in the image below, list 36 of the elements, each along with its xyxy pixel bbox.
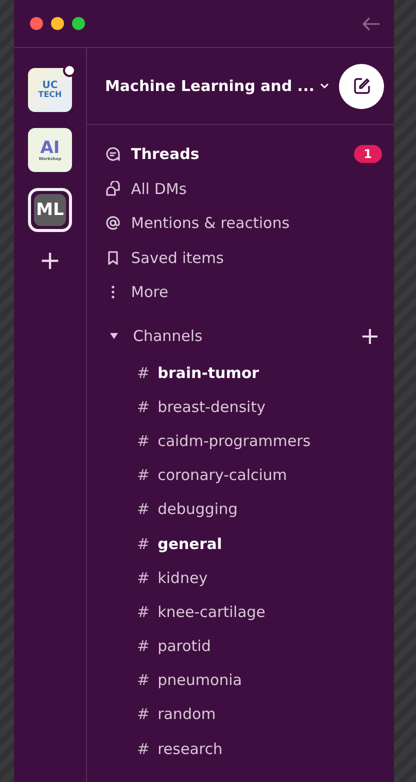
workspace-button[interactable]: UC TECH	[28, 68, 72, 112]
channel-item[interactable]: # coronary-calcium	[105, 458, 394, 492]
add-workspace-button[interactable]: +	[39, 248, 61, 274]
nav-item[interactable]: Saved items	[105, 240, 394, 275]
compose-button[interactable]	[339, 64, 384, 108]
nav-item[interactable]: Mentions & reactions	[105, 206, 394, 240]
channel-item[interactable]: # pneumonia	[105, 663, 394, 698]
threads-icon	[105, 146, 121, 162]
channel-item[interactable]: # kidney	[105, 560, 394, 595]
channel-item[interactable]: # caidm-programmers	[105, 424, 394, 458]
workspace-menu-button[interactable]: Machine Learning and ...	[105, 77, 339, 95]
workspace-button[interactable]: ML	[34, 194, 66, 226]
compose-icon	[352, 77, 370, 95]
nav-item[interactable]: Threads 1	[105, 137, 394, 172]
channel-item[interactable]: # general	[105, 526, 394, 561]
channels-section-toggle[interactable]: Channels	[105, 326, 350, 344]
channel-item[interactable]: # knee-cartilage	[105, 594, 394, 629]
minimize-window-icon[interactable]	[51, 17, 64, 30]
channel-item[interactable]: # debugging	[105, 492, 394, 526]
channel-item[interactable]: # brain-tumor	[105, 356, 394, 390]
at-sign-icon	[105, 215, 121, 232]
unread-count: 1	[354, 145, 382, 164]
chevron-down-icon	[320, 83, 330, 89]
more-icon	[111, 285, 115, 300]
nav-item[interactable]: More	[105, 275, 394, 310]
channel-item[interactable]: # parotid	[105, 629, 394, 664]
channel-item[interactable]: # research	[105, 732, 394, 766]
back-arrow-icon[interactable]	[362, 16, 380, 30]
bookmark-icon	[105, 250, 121, 266]
add-channel-button[interactable]: +	[360, 324, 380, 348]
channel-item[interactable]: # random	[105, 697, 394, 732]
nav-item[interactable]: All DMs	[105, 172, 394, 206]
chat-bubbles-icon	[105, 180, 121, 197]
close-window-icon[interactable]	[30, 17, 43, 30]
channel-item[interactable]: # breast-density	[105, 390, 394, 424]
zoom-window-icon[interactable]	[72, 17, 85, 30]
